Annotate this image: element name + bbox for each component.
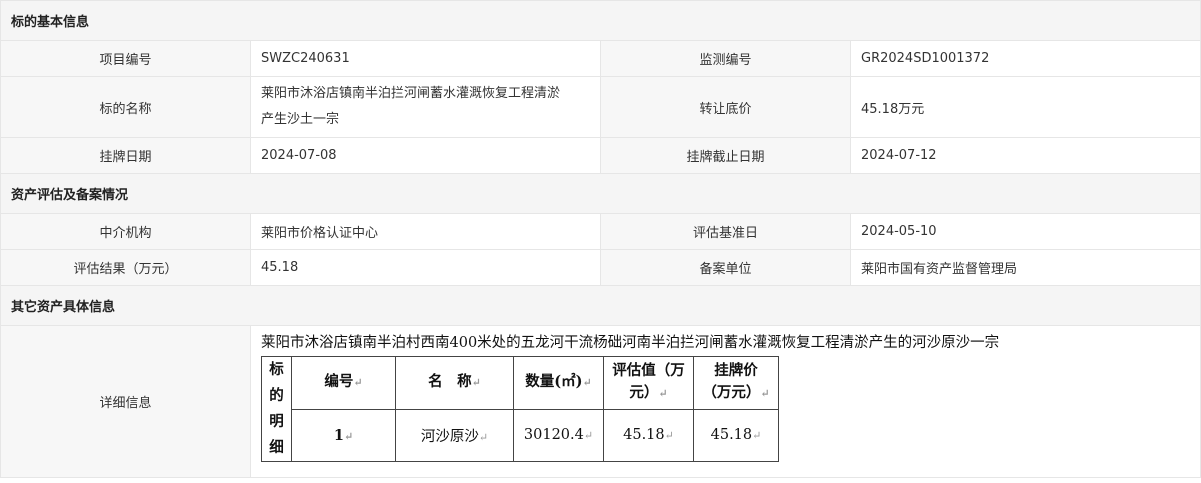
cell-name: 河沙原沙↵: [395, 408, 514, 462]
detail-label: 详细信息: [0, 325, 251, 478]
target-name-line2: 产生沙土一宗: [261, 112, 340, 127]
row-header-char: 标: [269, 361, 284, 378]
project-no-label: 项目编号: [0, 40, 251, 77]
cell-qty: 30120.4↵: [513, 408, 604, 462]
detail-table-header-row: 标 的 明 细 编号↵ 名 称↵ 数量(㎡)↵ 评估值（万 元）↵ 挂牌价 （万…: [261, 356, 779, 462]
base-date-label: 评估基准日: [600, 213, 851, 250]
row-header-char: 的: [269, 387, 284, 404]
row-detail: 详细信息 莱阳市沐浴店镇南半泊村西南400米处的五龙河干流杨础河南半泊拦河闸蓄水…: [0, 325, 1201, 478]
section-header-other: 其它资产具体信息: [0, 285, 1201, 326]
result-label: 评估结果（万元）: [0, 249, 251, 286]
listing-date-value: 2024-07-08: [250, 137, 601, 174]
section-title: 标的基本信息: [0, 0, 1201, 41]
section-header-assessment: 资产评估及备案情况: [0, 173, 1201, 214]
listing-end-label: 挂牌截止日期: [600, 137, 851, 174]
monitor-no-value: GR2024SD1001372: [849, 40, 1201, 77]
target-name-line1: 莱阳市沐浴店镇南半泊拦河闸蓄水灌溉恢复工程清淤: [261, 86, 561, 101]
agency-label: 中介机构: [0, 213, 251, 250]
filing-unit-value: 莱阳市国有资产监督管理局: [849, 249, 1201, 286]
project-no-value: SWZC240631: [250, 40, 601, 77]
header-qty: 数量(㎡)↵: [513, 356, 604, 410]
header-eval: 评估值（万 元）↵: [603, 356, 694, 410]
reserve-price-value: 45.18万元: [849, 76, 1201, 138]
asset-info-page: 标的基本信息 项目编号 SWZC240631 监测编号 GR2024SD1001…: [0, 0, 1201, 483]
header-price: 挂牌价 （万元）↵: [693, 356, 779, 410]
header-no: 编号↵: [291, 356, 396, 410]
section-title: 资产评估及备案情况: [0, 173, 1201, 214]
cell-price: 45.18↵: [693, 408, 779, 462]
monitor-no-label: 监测编号: [600, 40, 851, 77]
detail-item-table: 标 的 明 细 编号↵ 名 称↵ 数量(㎡)↵ 评估值（万 元）↵ 挂牌价 （万…: [261, 356, 779, 462]
section-header-basic: 标的基本信息: [0, 0, 1201, 41]
row-result: 评估结果（万元） 45.18 备案单位 莱阳市国有资产监督管理局: [0, 249, 1201, 286]
listing-date-label: 挂牌日期: [0, 137, 251, 174]
detail-row-header: 标 的 明 细: [261, 356, 292, 462]
agency-value: 莱阳市价格认证中心: [250, 213, 601, 250]
target-name-label: 标的名称: [0, 76, 251, 138]
row-target-name: 标的名称 莱阳市沐浴店镇南半泊拦河闸蓄水灌溉恢复工程清淤 产生沙土一宗 转让底价…: [0, 76, 1201, 138]
target-name-value: 莱阳市沐浴店镇南半泊拦河闸蓄水灌溉恢复工程清淤 产生沙土一宗: [250, 76, 601, 138]
detail-table-data-row: 1↵ 河沙原沙↵ 30120.4↵ 45.18↵ 45.18↵: [262, 408, 779, 462]
header-name: 名 称↵: [395, 356, 514, 410]
cell-eval: 45.18↵: [603, 408, 694, 462]
detail-content: 莱阳市沐浴店镇南半泊村西南400米处的五龙河干流杨础河南半泊拦河闸蓄水灌溉恢复工…: [249, 325, 1201, 478]
cell-no: 1↵: [291, 408, 396, 462]
reserve-price-label: 转让底价: [600, 76, 851, 138]
row-listing-dates: 挂牌日期 2024-07-08 挂牌截止日期 2024-07-12: [0, 137, 1201, 174]
info-grid: 标的基本信息 项目编号 SWZC240631 监测编号 GR2024SD1001…: [0, 0, 1201, 478]
row-header-char: 细: [269, 439, 284, 456]
section-title: 其它资产具体信息: [0, 285, 1201, 326]
listing-end-value: 2024-07-12: [849, 137, 1201, 174]
detail-description: 莱阳市沐浴店镇南半泊村西南400米处的五龙河干流杨础河南半泊拦河闸蓄水灌溉恢复工…: [261, 335, 1000, 351]
base-date-value: 2024-05-10: [849, 213, 1201, 250]
row-agency: 中介机构 莱阳市价格认证中心 评估基准日 2024-05-10: [0, 213, 1201, 250]
row-header-char: 明: [269, 413, 284, 430]
filing-unit-label: 备案单位: [600, 249, 851, 286]
row-project-no: 项目编号 SWZC240631 监测编号 GR2024SD1001372: [0, 40, 1201, 77]
result-value: 45.18: [250, 249, 601, 286]
